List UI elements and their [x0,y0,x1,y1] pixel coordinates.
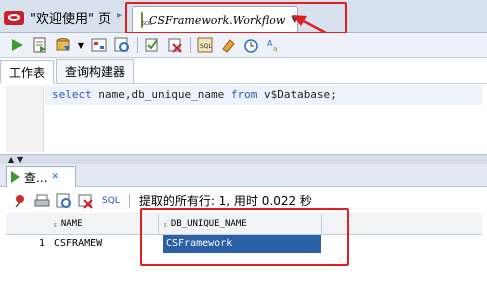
commit-icon[interactable] [54,36,72,54]
clear-eraser-icon[interactable] [219,36,237,54]
format-sql-icon[interactable]: Aa [265,36,283,54]
sql-identifier: name [98,88,125,101]
sql-identifier: ; [330,88,337,101]
oracle-icon [4,10,24,25]
sql-editor[interactable]: select name,db_unique_name from v$Databa… [0,84,487,154]
svg-text:SQL: SQL [200,43,213,50]
run-icon [11,171,20,183]
row-number: 1 [38,238,45,249]
close-tab-icon[interactable]: ✕ [51,172,59,182]
sql-link[interactable]: SQL [102,196,120,206]
commit-transaction-icon[interactable] [143,36,161,54]
sql-statement[interactable]: select name,db_unique_name from v$Databa… [52,88,337,101]
run-script-icon[interactable] [31,36,49,54]
chevron-down-icon[interactable]: ▼ [77,36,85,54]
worksheet-subtabs: 工作表 查询构建器 [0,59,487,84]
sort-icon[interactable]: ⇕ [53,220,58,229]
collapse-up-icon[interactable]: ▲ [8,155,14,164]
rollback-icon[interactable] [166,36,184,54]
sql-identifier: db_unique_name [131,88,231,101]
toolbar-separator [190,37,191,53]
tab-query-builder[interactable]: 查询构建器 [56,59,135,83]
sql-tuning-icon[interactable]: SQL [196,36,214,54]
column-header-label: NAME [60,219,83,229]
query-result-label: 查... [24,170,48,185]
delete-rows-icon[interactable] [78,193,94,209]
collapse-down-icon[interactable]: ▼ [17,155,23,164]
editor-gutter [6,86,44,152]
tab-query-result[interactable]: 查... ✕ [6,166,76,187]
worksheet-toolbar: ▼ SQL Aa [0,33,487,58]
sql-keyword: select [52,88,99,101]
history-clock-icon[interactable] [242,36,260,54]
autotrace-icon[interactable] [113,36,131,54]
toolbar-separator [128,193,130,208]
sql-keyword: from [230,88,264,101]
explain-plan-icon[interactable] [90,36,108,54]
svg-text:a: a [273,45,277,53]
toolbar-separator [137,37,138,53]
results-tab-bar: 查... ✕ [0,164,487,187]
run-statement-icon[interactable] [8,36,26,54]
tab-welcome[interactable]: "欢迎使用" 页 [0,4,111,31]
tab-worksheet-editor[interactable]: 工作表 [0,60,55,84]
refresh-icon[interactable] [56,193,72,209]
pane-splitter[interactable]: ▲ ▼ [0,154,487,164]
tab-scroll-icon[interactable]: ▸ [117,10,122,21]
fetch-status: 提取的所有行: 1, 用时 0.022 秒 [138,194,312,208]
sql-identifier: v$Database [263,88,331,101]
annotation-box-result [140,208,349,266]
pin-icon[interactable] [12,193,28,209]
tab-welcome-label: "欢迎使用" 页 [30,12,112,27]
print-icon[interactable] [34,193,50,209]
